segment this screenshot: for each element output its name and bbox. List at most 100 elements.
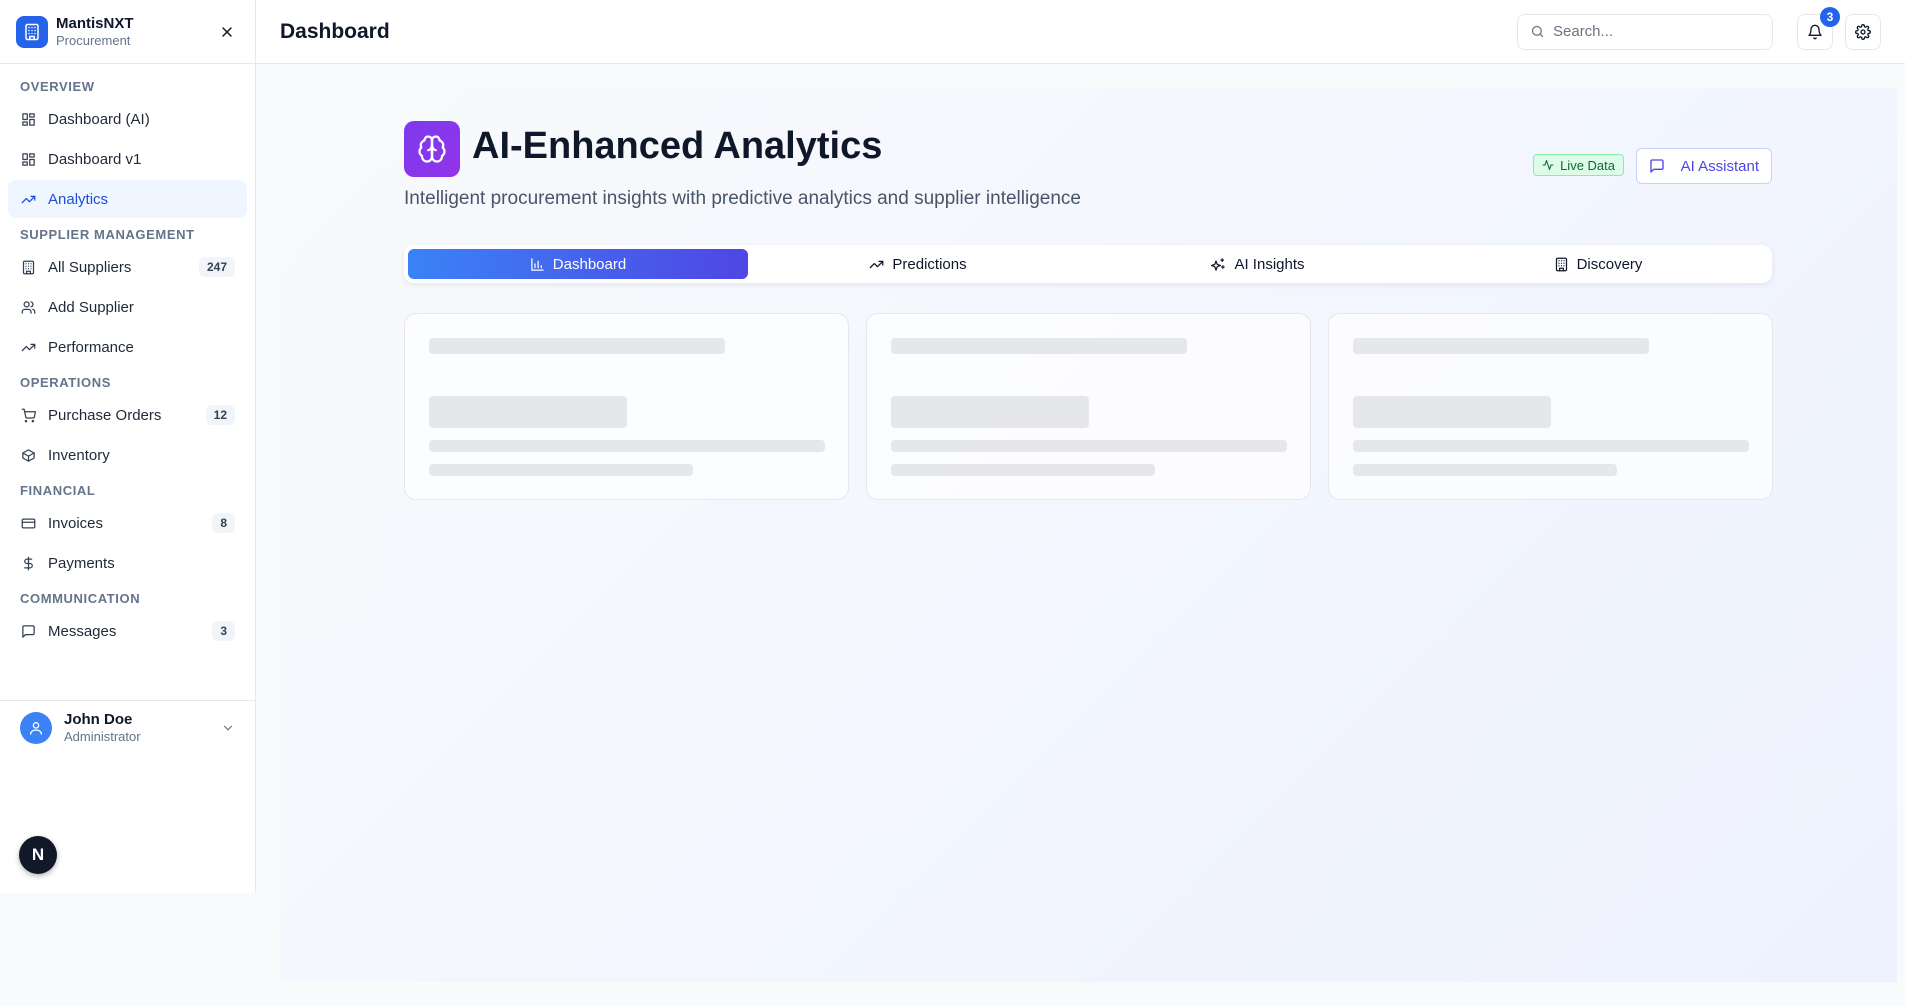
analytics-hero: AI-Enhanced Analytics Intelligent procur… [404,121,1772,221]
sidebar-item-label: Inventory [48,446,110,464]
brand-name: MantisNXT [56,14,134,32]
skeleton-line [429,338,725,354]
sidebar-item-label: Messages [48,622,117,640]
activity-icon [1542,159,1554,171]
user-menu[interactable]: John Doe Administrator [0,700,255,754]
cart-icon [20,407,36,423]
sidebar-section-label: SUPPLIER MANAGEMENT [20,227,195,242]
skeleton-card [404,313,849,500]
notifications-button[interactable]: 3 [1797,6,1840,50]
sidebar-item-messages[interactable]: Messages 3 [8,612,247,650]
sidebar-section-label: COMMUNICATION [20,591,141,606]
trending-up-icon [21,195,35,203]
message-icon [21,624,35,638]
sidebar-item-label: Purchase Orders [48,406,162,424]
trending-up-icon [870,260,884,268]
hero-subtitle: Intelligent procurement insights with pr… [404,188,1081,209]
page-title: Dashboard [280,19,390,43]
sidebar-section-label: FINANCIAL [20,483,96,498]
skeleton-line [891,464,1155,476]
user-role: Administrator [64,728,141,744]
tab-label: Discovery [1576,255,1643,273]
building-icon [1554,257,1569,272]
bar-chart-icon [530,257,545,272]
loading-cards [404,313,1774,500]
skeleton-line [429,464,693,476]
brain-icon [404,121,460,177]
building-icon [16,15,48,48]
sidebar-item-label: All Suppliers [48,258,132,276]
sidebar-item-label: Invoices [48,514,104,532]
close-icon [222,26,232,37]
trending-up-icon [21,343,35,351]
search-icon [1531,25,1544,38]
skeleton-line [429,440,825,452]
grid-icon [21,112,35,126]
building-icon [22,260,34,274]
user-name: John Doe [64,710,133,728]
brand-subtitle: Procurement [56,32,131,48]
close-sidebar-button[interactable] [215,20,239,44]
skeleton-card [1328,313,1773,500]
live-data-label: Live Data [1560,157,1615,173]
search-input[interactable] [1553,23,1753,40]
tab-dashboard[interactable]: Dashboard [408,249,748,279]
next-dev-button[interactable]: N [19,836,57,874]
search-box[interactable] [1517,13,1773,50]
sidebar-item-dashboard-v1[interactable]: Dashboard v1 [8,140,247,178]
settings-button[interactable] [1845,13,1881,50]
cart-icon [21,408,36,422]
sparkles-icon [1211,257,1226,271]
skeleton-line [891,338,1187,354]
trending-up-icon [20,339,36,355]
main-content: AI-Enhanced Analytics Intelligent procur… [280,88,1897,982]
ai-assistant-button[interactable]: AI Assistant [1635,148,1772,184]
next-badge-label: N [31,845,45,864]
tab-label: AI Insights [1234,255,1305,273]
count-badge: 12 [205,405,235,425]
package-icon [21,448,35,462]
sidebar-item-all-suppliers[interactable]: All Suppliers 247 [8,248,247,286]
sidebar-item-label: Payments [48,554,115,572]
sidebar-item-performance[interactable]: Performance [8,328,247,366]
ai-assistant-label: AI Assistant [1680,157,1759,175]
users-icon [20,299,36,315]
sidebar-item-payments[interactable]: Payments [8,544,247,582]
sidebar-item-analytics[interactable]: Analytics [8,180,247,218]
trending-up-icon [869,257,884,272]
tab-label: Dashboard [552,255,627,273]
grid-icon [21,152,35,166]
skeleton-block [891,396,1089,428]
user-icon [30,721,42,735]
sidebar: MantisNXT Procurement OVERVIEW Dashboard … [0,0,256,893]
notification-count-badge: 3 [1820,6,1840,27]
sidebar-section-label: OVERVIEW [20,79,95,94]
credit-card-icon [21,518,35,528]
trending-up-icon [20,191,36,207]
tab-ai-insights[interactable]: AI Insights [1088,249,1428,279]
brand-header: MantisNXT Procurement [0,0,255,64]
avatar [20,711,52,744]
skeleton-line [1353,464,1617,476]
users-icon [21,300,35,314]
skeleton-block [1353,396,1551,428]
skeleton-card [866,313,1311,500]
tab-discovery[interactable]: Discovery [1428,249,1768,279]
message-icon [1649,159,1664,173]
sidebar-item-inventory[interactable]: Inventory [8,436,247,474]
chevron-down-icon [223,725,233,731]
sidebar-item-label: Dashboard v1 [48,150,142,168]
sidebar-item-invoices[interactable]: Invoices 8 [8,504,247,542]
sidebar-item-label: Dashboard (AI) [48,110,150,128]
sidebar-item-purchase-orders[interactable]: Purchase Orders 12 [8,396,247,434]
building-icon [1555,257,1567,271]
sidebar-section-label: OPERATIONS [20,375,111,390]
tab-predictions[interactable]: Predictions [748,249,1088,279]
skeleton-line [1353,440,1749,452]
sidebar-item-dashboard-ai[interactable]: Dashboard (AI) [8,100,247,138]
building-icon [20,259,36,275]
sidebar-item-add-supplier[interactable]: Add Supplier [8,288,247,326]
message-icon [20,623,36,639]
top-header: Dashboard 3 [256,0,1905,64]
dollar-icon [20,555,36,571]
